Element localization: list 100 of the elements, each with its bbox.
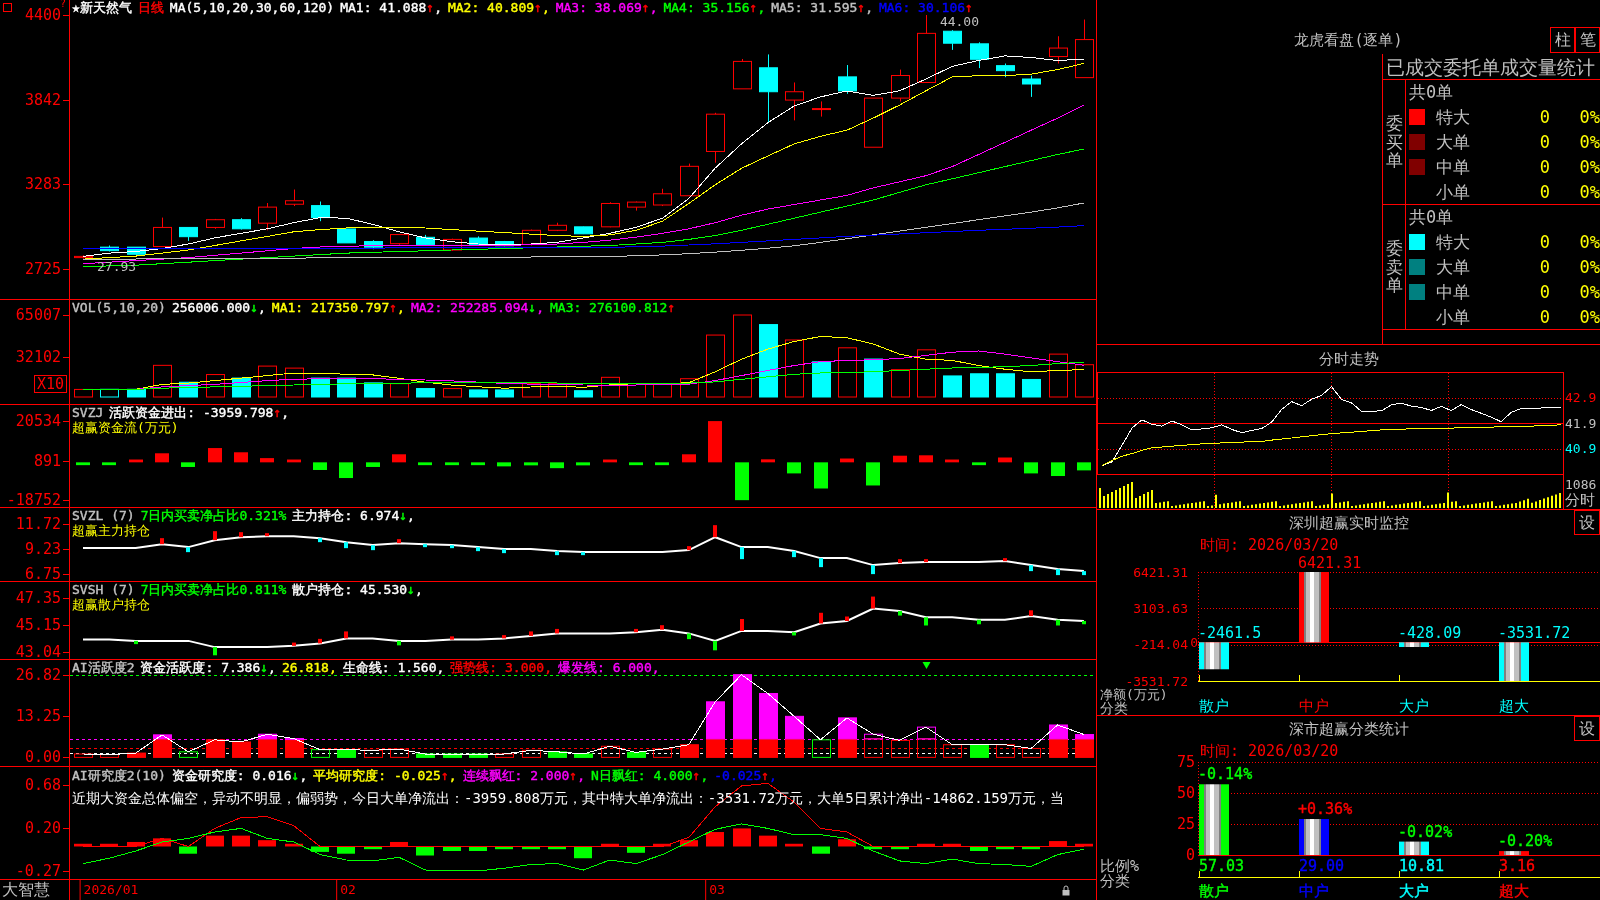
view-toggle-button[interactable]: 柱	[1550, 27, 1575, 53]
indicator-reading: MA1: 41.088↑,	[340, 0, 442, 15]
axis-label: 6.75	[24, 566, 61, 581]
candle	[601, 201, 620, 228]
axis-label: 3283	[24, 177, 61, 192]
category-label: 散户	[1199, 883, 1229, 899]
axis-label: 42.9	[1565, 391, 1597, 405]
count-text: 0	[1539, 306, 1550, 327]
change-label: -0.02%	[1398, 824, 1453, 840]
bar	[1049, 724, 1068, 740]
candle	[864, 97, 883, 148]
candle	[179, 226, 198, 242]
indicator-reading: MA5: 31.595↑,	[771, 0, 873, 15]
axis-label: 2725	[24, 261, 61, 276]
indicator-reading: 主力持仓: 6.974↓,	[292, 508, 415, 523]
candle	[364, 239, 383, 250]
panel-title: 深圳超赢实时监控	[1288, 514, 1409, 532]
bar	[759, 738, 778, 758]
axis-label: 45.15	[15, 618, 61, 633]
axis-label: 40.9	[1565, 442, 1597, 456]
candle	[970, 41, 989, 69]
candle	[706, 112, 725, 164]
category-label: 大户	[1399, 883, 1429, 899]
candle	[443, 238, 462, 252]
net-amount-bar	[1499, 642, 1529, 681]
value-label: -3531.72	[1498, 626, 1571, 642]
axis-label: 6421.31	[1133, 565, 1188, 579]
candle	[680, 163, 699, 197]
axis-label: 43.04	[15, 644, 61, 659]
indicator-reading: SVSH (7)	[72, 582, 135, 597]
candle	[495, 240, 514, 247]
count-text: 0	[1539, 256, 1550, 277]
net-amount-bar	[1199, 642, 1229, 670]
bar	[733, 674, 752, 740]
panel-title: 分时走势	[1318, 349, 1379, 368]
category-label: 超大	[1499, 883, 1529, 899]
bar	[785, 715, 804, 740]
candle	[206, 218, 225, 230]
category-label: 超大	[1499, 698, 1529, 714]
percent-text: 0%	[1579, 281, 1600, 302]
date-label: 02	[340, 882, 356, 898]
indicator-reading: 强势线: 3.000,	[450, 660, 552, 675]
indicator-reading: MA(5,10,20,30,60,120)	[169, 0, 335, 15]
settings-button[interactable]: 设	[1574, 716, 1600, 741]
percent-text: 0%	[1579, 231, 1600, 252]
panel-title: 龙虎看盘(逐单)	[1294, 31, 1403, 49]
axis-title: 分类	[1100, 874, 1130, 889]
group-label: 委买单	[1385, 113, 1403, 171]
count-text: 0	[1539, 131, 1550, 152]
percent-text: 0%	[1579, 156, 1600, 177]
order-size-label: 大单	[1436, 131, 1470, 152]
value-label: 6421.31	[1298, 556, 1362, 571]
indicator-reading: AI研究度2(10)	[72, 768, 166, 783]
volume-scale-label: 1086	[1565, 478, 1597, 492]
candle	[153, 217, 172, 248]
axis-label: 4400	[24, 8, 61, 22]
candle	[838, 64, 857, 95]
candle	[548, 222, 567, 232]
indicator-reading: 连续飘红: 2.000↑,	[462, 768, 585, 783]
candle	[311, 201, 330, 222]
axis-label: 75	[1176, 755, 1195, 769]
candle	[891, 69, 910, 102]
indicator-reading: 活跃资金进出: -3959.798↑,	[109, 405, 290, 420]
category-label: 大户	[1399, 698, 1429, 714]
help-mark[interactable]: ?	[59, 0, 66, 8]
lock-icon	[1062, 884, 1070, 896]
indicator-reading: MA1: 217350.797↑,	[271, 300, 405, 315]
reference-label: 0	[1190, 635, 1198, 649]
bar	[733, 738, 752, 758]
date-label: 2026/01	[83, 882, 139, 898]
axis-title: 分类	[1100, 701, 1128, 715]
order-size-label: 中单	[1436, 281, 1470, 302]
indicator-reading: 散户持仓: 45.530↓,	[292, 582, 423, 597]
candle	[653, 188, 672, 207]
change-label: -0.20%	[1498, 834, 1553, 850]
total-text: 共0单	[1409, 207, 1454, 227]
axis-label: 25	[1176, 817, 1195, 831]
axis-label: 3103.63	[1133, 601, 1188, 615]
indicator-reading: 爆发线: 6.000,	[558, 660, 660, 675]
square-icon[interactable]	[3, 3, 12, 12]
change-label: +0.36%	[1298, 802, 1353, 818]
percent-text: 0%	[1579, 306, 1600, 327]
brand-text: 大智慧	[2, 881, 50, 899]
candle	[917, 14, 936, 83]
candle	[522, 229, 541, 246]
bar	[153, 738, 172, 758]
value-label: -2461.5	[1198, 626, 1262, 642]
axis-label: 891	[33, 453, 61, 468]
axis-label: -3531.72	[1125, 674, 1188, 688]
candle	[285, 189, 304, 207]
settings-button[interactable]: 设	[1574, 510, 1600, 535]
candle	[785, 82, 804, 121]
axis-label: 0.68	[24, 778, 61, 793]
view-toggle-button[interactable]: 笔	[1575, 27, 1600, 53]
indicator-reading: N日飘红: 4.000↑,	[591, 768, 709, 783]
indicator-title: 超赢主力持仓	[72, 523, 150, 538]
axis-label: 50	[1176, 786, 1195, 800]
indicator-reading: ★新天然气	[72, 0, 132, 15]
axis-label: 0.20	[24, 821, 61, 836]
axis-label: 11.72	[15, 516, 61, 531]
